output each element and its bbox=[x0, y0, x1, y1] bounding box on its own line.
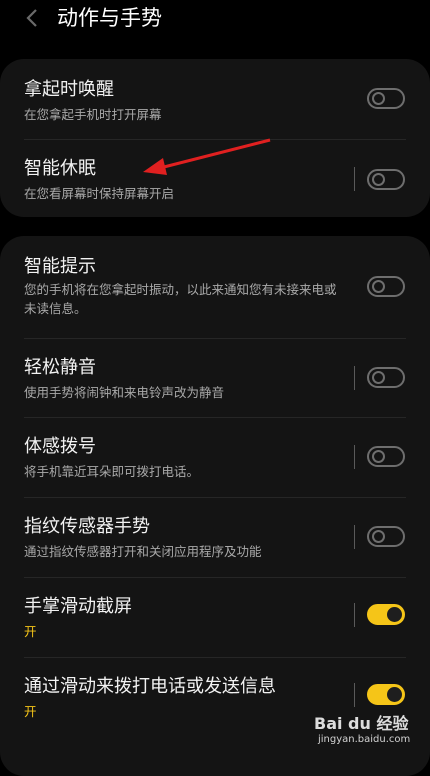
setting-title: 体感拨号 bbox=[24, 436, 96, 457]
watermark-brand: Bai du 经验 bbox=[314, 714, 409, 733]
palm-swipe-capture-toggle[interactable] bbox=[367, 604, 405, 625]
setting-title: 手掌滑动截屏 bbox=[24, 596, 132, 617]
watermark-url: jingyan.baidu.com bbox=[318, 734, 411, 745]
setting-subtitle: 通过指纹传感器打开和关闭应用程序及功能 bbox=[24, 544, 262, 559]
vertical-separator bbox=[354, 525, 355, 549]
settings-group-2: 智能提示 您的手机将在您拿起时振动，以此来通知您有未接来电或未读信息。 轻松静音… bbox=[0, 236, 430, 776]
smart-alert-toggle[interactable] bbox=[367, 276, 405, 297]
vertical-separator bbox=[354, 445, 355, 469]
setting-row-easy-mute[interactable]: 轻松静音 使用手势将闹钟和来电铃声改为静音 bbox=[0, 338, 430, 417]
vertical-separator bbox=[354, 167, 355, 191]
setting-status: 开 bbox=[24, 704, 37, 719]
setting-row-pickup-wake[interactable]: 拿起时唤醒 在您拿起手机时打开屏幕 bbox=[0, 59, 430, 139]
direct-call-toggle[interactable] bbox=[367, 446, 405, 467]
setting-title: 拿起时唤醒 bbox=[24, 79, 114, 100]
setting-subtitle: 您的手机将在您拿起时振动，以此来通知您有未接来电或未读信息。 bbox=[24, 282, 337, 316]
setting-subtitle: 将手机靠近耳朵即可拨打电话。 bbox=[24, 464, 200, 479]
fingerprint-gestures-toggle[interactable] bbox=[367, 526, 405, 547]
setting-row-fingerprint-gestures[interactable]: 指纹传感器手势 通过指纹传感器打开和关闭应用程序及功能 bbox=[0, 497, 430, 577]
easy-mute-toggle[interactable] bbox=[367, 367, 405, 388]
toggle-knob bbox=[372, 450, 385, 463]
setting-title: 智能休眠 bbox=[24, 158, 96, 179]
toggle-knob bbox=[387, 687, 402, 702]
chevron-left-icon bbox=[26, 9, 37, 27]
setting-subtitle: 使用手势将闹钟和来电铃声改为静音 bbox=[24, 385, 225, 400]
toggle-knob bbox=[372, 371, 385, 384]
setting-title: 轻松静音 bbox=[24, 357, 96, 378]
toggle-knob bbox=[372, 530, 385, 543]
setting-status: 开 bbox=[24, 624, 37, 639]
setting-row-smart-stay[interactable]: 智能休眠 在您看屏幕时保持屏幕开启 bbox=[0, 139, 430, 217]
setting-title: 通过滑动来拨打电话或发送信息 bbox=[24, 676, 276, 697]
vertical-separator bbox=[354, 366, 355, 390]
vertical-separator bbox=[354, 683, 355, 707]
baidu-watermark: Bai du 经验 jingyan.baidu.com bbox=[314, 708, 424, 752]
setting-title: 智能提示 bbox=[24, 256, 96, 277]
setting-row-smart-alert[interactable]: 智能提示 您的手机将在您拿起时振动，以此来通知您有未接来电或未读信息。 bbox=[0, 236, 430, 338]
toggle-knob bbox=[387, 607, 402, 622]
swipe-to-call-toggle[interactable] bbox=[367, 684, 405, 705]
page-title: 动作与手势 bbox=[57, 6, 162, 30]
setting-title: 指纹传感器手势 bbox=[24, 516, 150, 537]
toggle-knob bbox=[372, 92, 385, 105]
app-header: 动作与手势 bbox=[0, 0, 430, 40]
vertical-separator bbox=[354, 603, 355, 627]
setting-row-direct-call[interactable]: 体感拨号 将手机靠近耳朵即可拨打电话。 bbox=[0, 417, 430, 497]
back-button[interactable] bbox=[18, 4, 46, 32]
settings-group-1: 拿起时唤醒 在您拿起手机时打开屏幕 智能休眠 在您看屏幕时保持屏幕开启 bbox=[0, 59, 430, 217]
toggle-knob bbox=[372, 173, 385, 186]
toggle-knob bbox=[372, 280, 385, 293]
setting-subtitle: 在您看屏幕时保持屏幕开启 bbox=[24, 186, 175, 201]
pickup-wake-toggle[interactable] bbox=[367, 88, 405, 109]
smart-stay-toggle[interactable] bbox=[367, 169, 405, 190]
setting-subtitle: 在您拿起手机时打开屏幕 bbox=[24, 107, 162, 122]
setting-row-palm-swipe-capture[interactable]: 手掌滑动截屏 开 bbox=[0, 577, 430, 657]
